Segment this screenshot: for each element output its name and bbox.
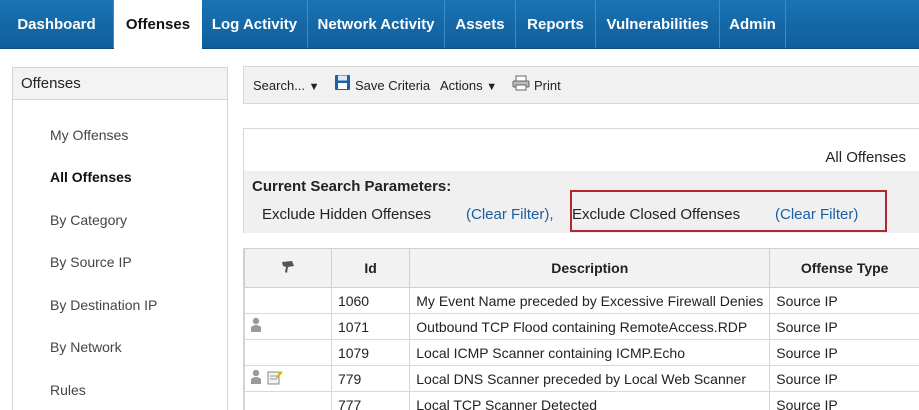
- table-row[interactable]: 1060 My Event Name preceded by Excessive…: [244, 287, 919, 314]
- flag-icon: [280, 260, 296, 277]
- offense-description: Local ICMP Scanner containing ICMP.Echo: [409, 339, 771, 366]
- sidebar-item-my-offenses[interactable]: My Offenses: [50, 127, 128, 143]
- offenses-table: Id Description Offense Type 1060 My Even…: [244, 248, 919, 410]
- tab-assets[interactable]: Assets: [445, 0, 516, 48]
- table-row[interactable]: 777 Local TCP Scanner Detected Source IP: [244, 391, 919, 410]
- table-row[interactable]: 1071 Outbound TCP Flood containing Remot…: [244, 313, 919, 340]
- tab-log-activity[interactable]: Log Activity: [202, 0, 308, 48]
- sidebar-item-rules[interactable]: Rules: [50, 382, 86, 398]
- sidebar-title: Offenses: [13, 68, 227, 100]
- offense-type: Source IP: [769, 287, 919, 314]
- printer-icon: [512, 68, 530, 106]
- row-icons-cell: [244, 365, 332, 392]
- offense-type: Source IP: [769, 391, 919, 410]
- tab-vulnerabilities[interactable]: Vulnerabilities: [596, 0, 720, 48]
- offense-description: Outbound TCP Flood containing RemoteAcce…: [409, 313, 771, 340]
- sidebar-item-all-offenses[interactable]: All Offenses: [50, 169, 132, 185]
- search-parameters-label: Current Search Parameters:: [252, 178, 452, 195]
- row-icons-cell: [244, 391, 332, 410]
- offense-id: 777: [330, 391, 411, 410]
- offense-type: Source IP: [769, 365, 919, 392]
- row-icons-cell: [244, 339, 332, 366]
- offense-description: Local DNS Scanner preceded by Local Web …: [409, 365, 771, 392]
- row-icons-cell: [244, 287, 332, 314]
- tab-dashboard[interactable]: Dashboard: [0, 0, 114, 48]
- clear-filter-hidden-link[interactable]: (Clear Filter),: [466, 206, 554, 223]
- column-header-flag[interactable]: [244, 248, 332, 288]
- search-menu-button[interactable]: Search... ▼: [253, 67, 320, 105]
- sidebar-item-by-network[interactable]: By Network: [50, 339, 122, 355]
- column-header-offense-type[interactable]: Offense Type: [769, 248, 919, 288]
- search-menu-label: Search...: [253, 78, 306, 93]
- offense-id: 1060: [330, 287, 411, 314]
- person-icon: [249, 317, 263, 336]
- table-header-row: Id Description Offense Type: [244, 248, 919, 288]
- sidebar-item-by-category[interactable]: By Category: [50, 212, 127, 228]
- print-button[interactable]: Print: [512, 67, 561, 105]
- note-icon: [267, 369, 283, 388]
- sidebar-item-by-destination-ip[interactable]: By Destination IP: [50, 297, 157, 313]
- toolbar: Search... ▼ Save Criteria Actions ▼ Prin…: [243, 66, 919, 104]
- page-title: All Offenses: [825, 149, 906, 166]
- person-icon: [249, 369, 263, 388]
- offense-type: Source IP: [769, 313, 919, 340]
- save-disk-icon: [334, 68, 351, 106]
- sidebar-item-by-source-ip[interactable]: By Source IP: [50, 254, 132, 270]
- table-row[interactable]: 779 Local DNS Scanner preceded by Local …: [244, 365, 919, 392]
- print-label: Print: [534, 78, 561, 93]
- tab-admin[interactable]: Admin: [720, 0, 786, 48]
- column-header-id[interactable]: Id: [330, 248, 411, 288]
- offense-id: 1079: [330, 339, 411, 366]
- actions-menu-button[interactable]: Actions ▼: [440, 67, 497, 105]
- table-row[interactable]: 1079 Local ICMP Scanner containing ICMP.…: [244, 339, 919, 366]
- row-icons-cell: [244, 313, 332, 340]
- offense-id: 1071: [330, 313, 411, 340]
- save-criteria-label: Save Criteria: [355, 78, 431, 93]
- tab-reports[interactable]: Reports: [516, 0, 596, 48]
- tab-offenses[interactable]: Offenses: [114, 0, 202, 49]
- highlight-box: [570, 190, 887, 232]
- offense-type: Source IP: [769, 339, 919, 366]
- column-header-description[interactable]: Description: [409, 248, 771, 288]
- top-nav: Dashboard Offenses Log Activity Network …: [0, 0, 919, 49]
- tab-network-activity[interactable]: Network Activity: [308, 0, 445, 48]
- offenses-sidebar: Offenses My Offenses All Offenses By Cat…: [12, 67, 228, 410]
- offense-id: 779: [330, 365, 411, 392]
- dropdown-arrow-icon: ▼: [486, 81, 498, 93]
- save-criteria-button[interactable]: Save Criteria: [334, 67, 430, 105]
- filter-exclude-hidden: Exclude Hidden Offenses: [262, 206, 431, 223]
- actions-label: Actions: [440, 78, 483, 93]
- offenses-table-container: Id Description Offense Type 1060 My Even…: [243, 248, 919, 410]
- offense-description: My Event Name preceded by Excessive Fire…: [409, 287, 771, 314]
- dropdown-arrow-icon: ▼: [308, 81, 320, 93]
- offense-description: Local TCP Scanner Detected: [409, 391, 771, 410]
